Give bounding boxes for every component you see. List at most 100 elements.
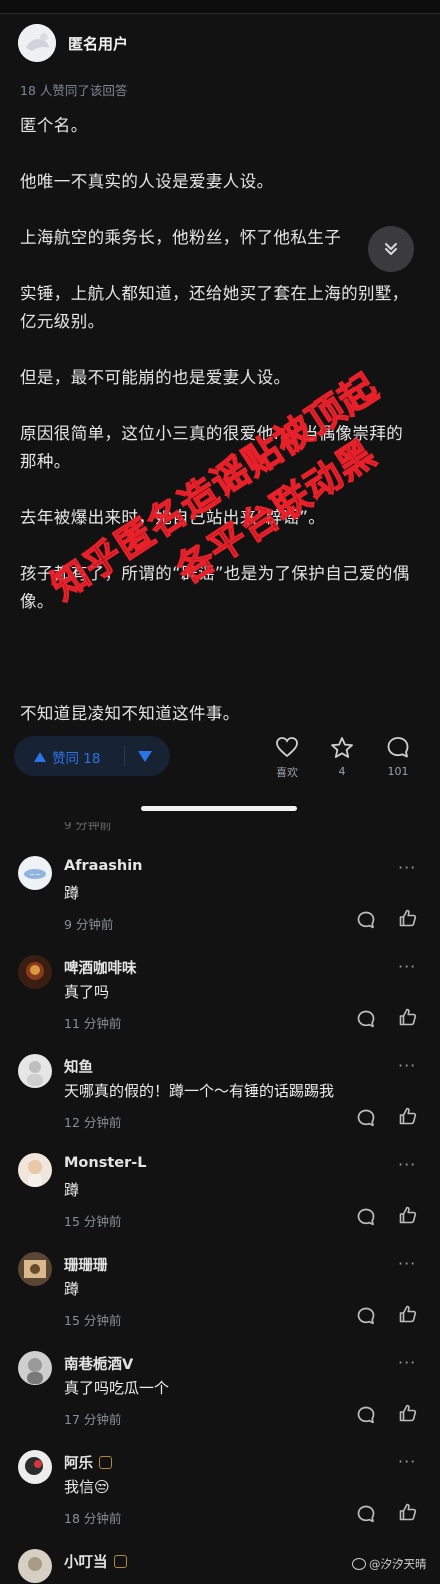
comment-text: 蹲 (64, 1181, 80, 1199)
commenter-name-text: 阿乐 (64, 1456, 93, 1472)
thumbs-up-icon[interactable] (398, 1205, 418, 1229)
upvote-button[interactable]: 赞同 18 (34, 747, 100, 767)
answer-body: 匿个名。他唯一不真实的人设是爱妻人设。上海航空的乘务长，他粉丝，怀了他私生子实锤… (20, 112, 420, 756)
answer-paragraph: 孩子都有了，所谓的“辟谣”也是为了保护自己爱的偶像。 (20, 564, 410, 611)
comment-text: 我信😒 (64, 1478, 110, 1496)
commenter-name-text: 知鱼 (64, 1060, 93, 1076)
comment-time: 18 分钟前 (64, 1511, 122, 1526)
anonymous-avatar[interactable] (18, 24, 56, 62)
commenter-avatar[interactable] (18, 1252, 52, 1286)
commenter-name-text: Monster-L (64, 1155, 147, 1171)
commenter-avatar[interactable] (18, 955, 52, 989)
answer-paragraph: 去年被爆出来时，她自己站出来“辟谣”。 (20, 508, 326, 527)
reply-bubble-icon[interactable] (356, 1405, 376, 1429)
watermark-text: @汐汐天晴 (369, 1557, 427, 1571)
reply-bubble-icon[interactable] (356, 1504, 376, 1528)
more-dots-icon[interactable]: ··· (398, 1056, 416, 1075)
comment-item: Monster-L 蹲 15 分钟前 ··· (0, 1153, 440, 1253)
comment-time: 17 分钟前 (64, 1412, 122, 1427)
thumbs-up-icon[interactable] (398, 1502, 418, 1526)
comment-time: 9 分钟前 (64, 917, 114, 932)
comment-time: 12 分钟前 (64, 1115, 122, 1130)
weibo-watermark: @汐汐天晴 (352, 1556, 427, 1572)
comment-button[interactable]: 101 (378, 736, 418, 778)
answer-paragraph (20, 644, 420, 672)
commenter-avatar[interactable] (18, 1450, 52, 1484)
commenter-avatar[interactable] (18, 1351, 52, 1385)
top-status-strip (0, 0, 440, 14)
answer-paragraph: 但是，最不可能崩的也是爱妻人设。 (20, 368, 291, 387)
home-indicator[interactable] (141, 806, 297, 811)
answer-paragraph: 不知道昆凌知不知道这件事。 (20, 704, 240, 723)
commenter-name-text: 小叮当 (64, 1555, 108, 1571)
like-answer-button[interactable]: 喜欢 (267, 736, 307, 780)
commenter-avatar[interactable]: ~~ (18, 856, 52, 890)
reply-bubble-icon[interactable] (356, 1108, 376, 1132)
collapse-answer-button[interactable] (368, 226, 414, 272)
reply-bubble-icon[interactable] (356, 1009, 376, 1033)
thumbs-up-icon[interactable] (398, 1106, 418, 1130)
answer-paragraph: 他唯一不真实的人设是爱妻人设。 (20, 172, 274, 191)
commenter-avatar[interactable] (18, 1549, 52, 1583)
commenter-name[interactable]: 知鱼 (64, 1056, 93, 1077)
heart-icon (276, 737, 298, 758)
comment-text: 天哪真的假的！蹲一个～有锤的话踢踢我 (64, 1082, 335, 1100)
author-header[interactable]: 匿名用户 (18, 24, 128, 62)
reply-bubble-icon[interactable] (356, 1306, 376, 1330)
comment-item: 南巷栀酒V 真了吗吃瓜一个 17 分钟前 ··· (0, 1351, 440, 1451)
answer-action-bar: 赞同 18 喜欢 4 101 (0, 726, 440, 796)
downvote-button[interactable] (138, 751, 152, 762)
weibo-logo-icon (352, 1558, 366, 1570)
commenter-name[interactable]: 阿乐 (64, 1452, 112, 1473)
thumbs-up-icon[interactable] (398, 908, 418, 932)
answer-paragraph: 匿个名。 (20, 116, 88, 135)
previous-comment-time: 9 分钟前 (64, 818, 112, 832)
commenter-name[interactable]: 啤酒咖啡味 (64, 957, 137, 978)
commenter-name[interactable]: Monster-L (64, 1155, 147, 1171)
comment-item: 啤酒咖啡味 真了吗 11 分钟前 ··· (0, 955, 440, 1055)
comment-text: 蹲 (64, 884, 80, 902)
comment-time: 15 分钟前 (64, 1214, 122, 1229)
commenter-name-text: Afraashin (64, 858, 143, 874)
vote-divider (124, 746, 125, 766)
more-dots-icon[interactable]: ··· (398, 1353, 416, 1372)
commenter-name-text: 南巷栀酒V (64, 1357, 134, 1373)
more-dots-icon[interactable]: ··· (398, 1254, 416, 1273)
more-dots-icon[interactable]: ··· (398, 957, 416, 976)
chevron-double-down-icon (385, 243, 397, 255)
commenter-name[interactable]: 小叮当 (64, 1551, 127, 1572)
more-dots-icon[interactable]: ··· (398, 1452, 416, 1471)
thumbs-up-icon[interactable] (398, 1403, 418, 1427)
commenter-name[interactable]: Afraashin (64, 858, 143, 874)
comment-time: 11 分钟前 (64, 1016, 122, 1031)
thumbs-up-icon[interactable] (398, 1007, 418, 1031)
comment-item: 阿乐我信😒 18 分钟前 ··· (0, 1450, 440, 1550)
vote-control: 赞同 18 (14, 736, 170, 776)
reply-bubble-icon[interactable] (356, 1207, 376, 1231)
comment-count: 101 (387, 765, 409, 778)
commenter-name[interactable]: 南巷栀酒V (64, 1353, 133, 1374)
thumbs-up-icon[interactable] (398, 1304, 418, 1328)
more-dots-icon[interactable]: ··· (398, 858, 416, 877)
like-label: 喜欢 (276, 766, 298, 779)
comment-bubble-icon (387, 737, 409, 758)
answer-paragraph: 实锤，上航人都知道，还给她买了套在上海的别墅，亿元级别。 (20, 284, 409, 331)
reply-bubble-icon[interactable] (356, 910, 376, 934)
comment-text: 蹲 (64, 1280, 80, 1298)
commenter-name[interactable]: 珊珊珊 (64, 1254, 108, 1275)
author-name[interactable]: 匿名用户 (68, 33, 128, 54)
svg-text:~~: ~~ (29, 871, 41, 879)
comment-text: 真了吗吃瓜一个 (64, 1379, 170, 1397)
member-badge-icon (113, 1555, 127, 1568)
upvote-triangle-icon (34, 752, 46, 762)
comment-item: 珊珊珊蹲 15 分钟前 ··· (0, 1252, 440, 1352)
answer-paragraph: 上海航空的乘务长，他粉丝，怀了他私生子 (20, 228, 342, 247)
collect-button[interactable]: 4 (322, 736, 362, 778)
commenter-avatar[interactable] (18, 1054, 52, 1088)
comment-item: ~~ Afraashin 蹲 9 分钟前 ··· (0, 856, 440, 956)
commenter-avatar[interactable] (18, 1153, 52, 1187)
comment-time: 15 分钟前 (64, 1313, 122, 1328)
commenter-name-text: 啤酒咖啡味 (64, 961, 137, 977)
more-dots-icon[interactable]: ··· (398, 1155, 416, 1174)
answer-paragraph: 原因很简单，这位小三真的很爱他.....当偶像崇拜的那种。 (20, 424, 404, 471)
